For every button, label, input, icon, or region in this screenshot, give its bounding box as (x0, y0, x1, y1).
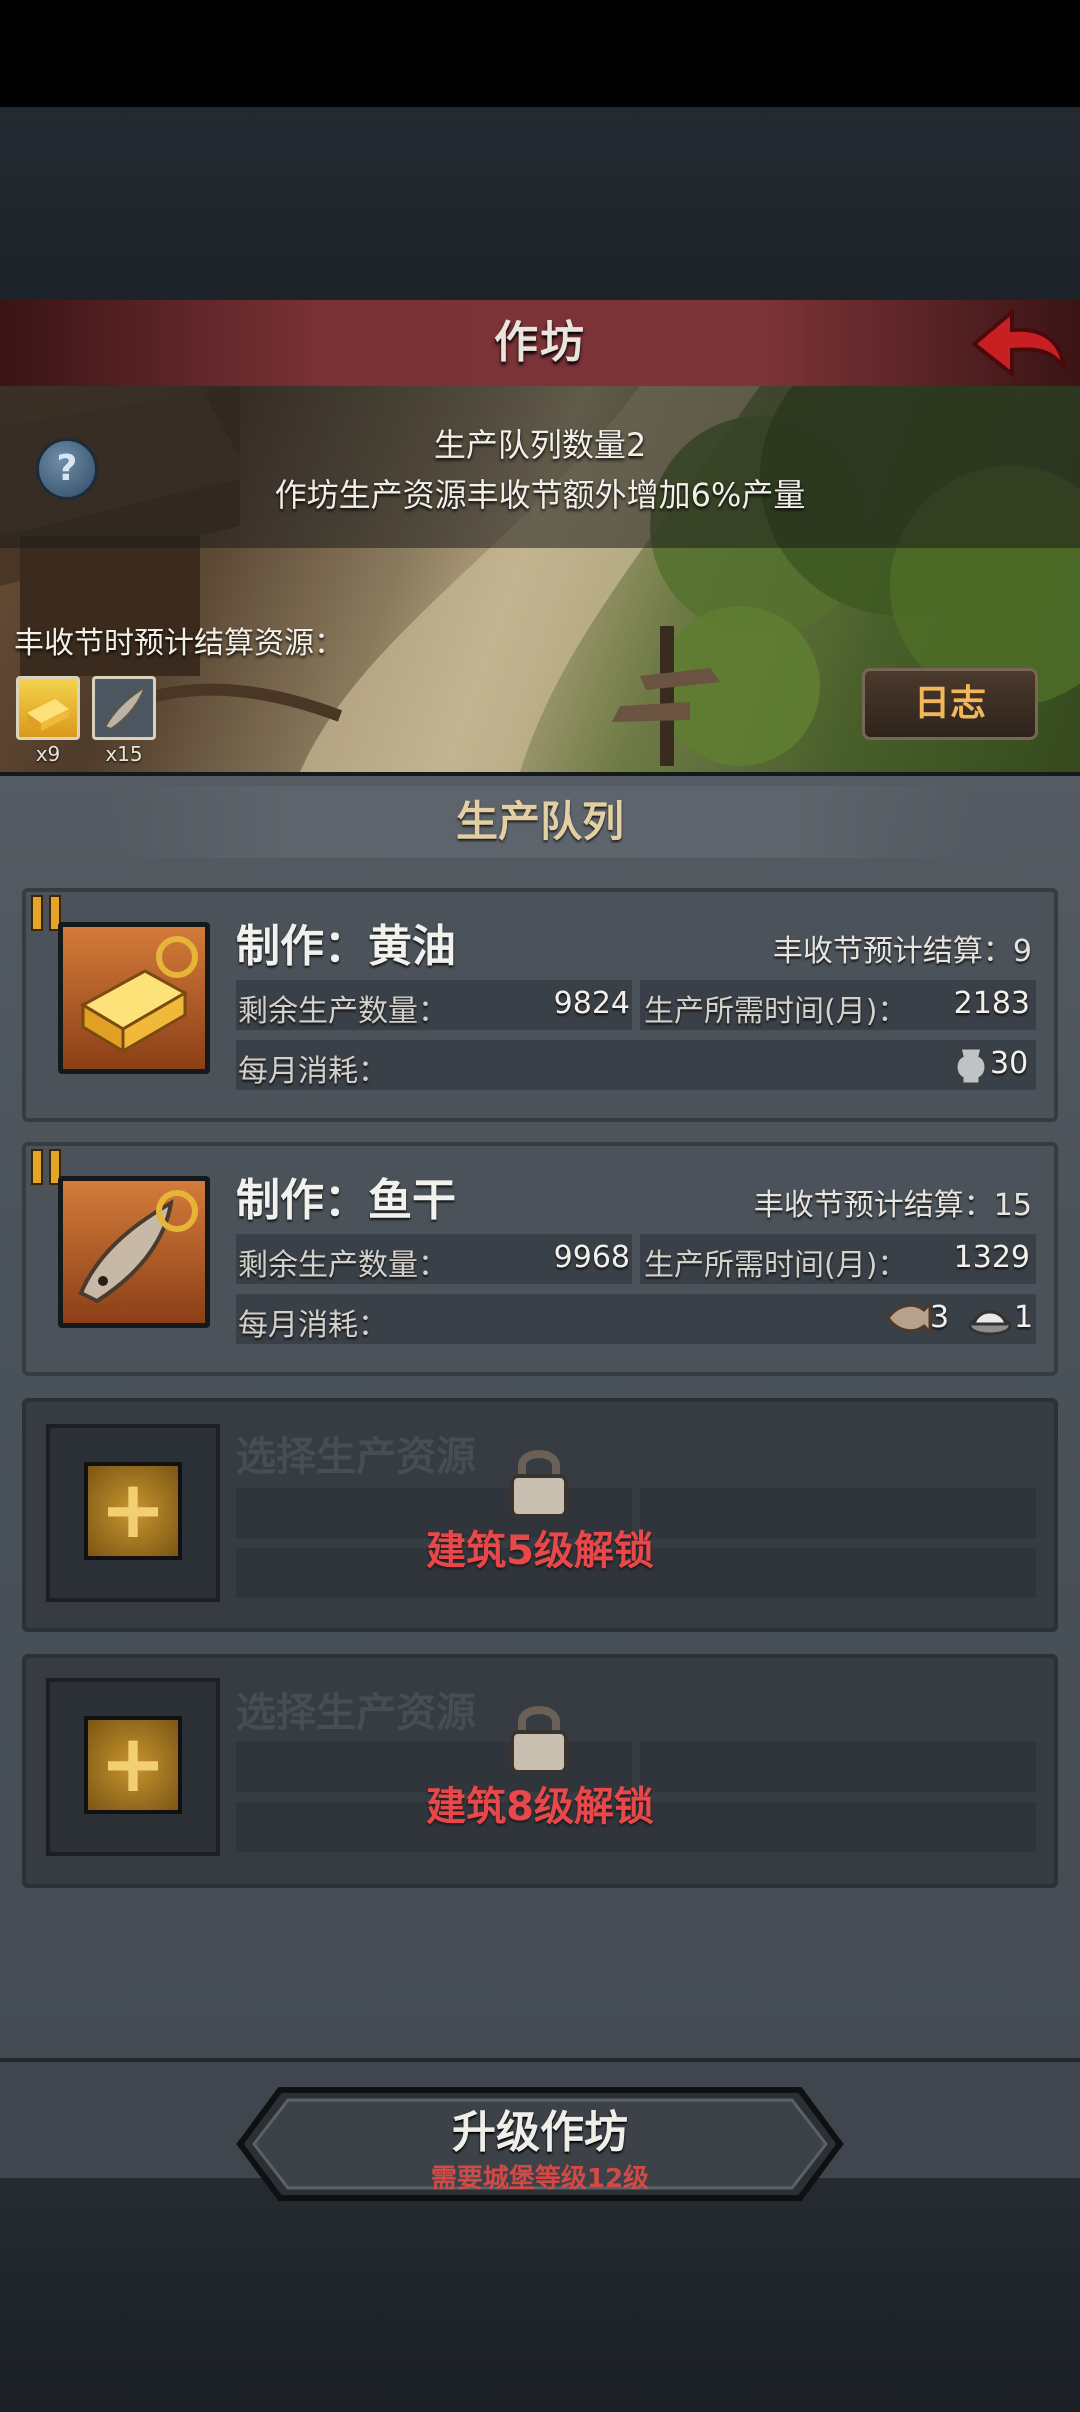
unlock-requirement: 建筑8级解锁 (426, 1784, 654, 1830)
time-label: 生产所需时间(月)： (644, 994, 908, 1029)
time-value: 2183 (953, 986, 1030, 1021)
queue-count-info: 生产队列数量2 (433, 426, 647, 464)
harvest-bonus-info: 作坊生产资源丰收节额外增加6%产量 (274, 476, 806, 514)
fish-icon (886, 1300, 932, 1336)
dried-fish-forecast-count: x15 (105, 742, 143, 766)
remaining-value: 9824 (553, 986, 630, 1021)
salt-icon (968, 1310, 1012, 1336)
lock-icon (510, 1450, 568, 1518)
milk-jug-icon (954, 1046, 988, 1086)
upper-background (0, 107, 1080, 300)
page-title: 作坊 (494, 317, 586, 368)
queue-item-forecast: 丰收节预计结算：9 (772, 934, 1032, 969)
lock-icon (510, 1706, 568, 1774)
banner-info-strip (0, 386, 1080, 548)
production-queue-title: 生产队列 (455, 797, 624, 846)
fish-consumption-value: 3 (930, 1300, 950, 1335)
queue-item-title: 制作：鱼干 (236, 1175, 456, 1226)
upgrade-workshop-label: 升级作坊 (452, 2107, 628, 2158)
log-button[interactable]: 日志 (862, 668, 1038, 740)
unlock-requirement: 建筑5级解锁 (426, 1528, 654, 1574)
remaining-label: 剩余生产数量： (238, 1248, 448, 1283)
milk-consumption-value: 30 (990, 1046, 1029, 1081)
upgrade-requirement: 需要城堡等级12级 (430, 2164, 650, 2194)
consume-label: 每月消耗： (238, 1308, 388, 1343)
harvest-forecast-label: 丰收节时预计结算资源： (14, 626, 344, 661)
queue-item-forecast: 丰收节预计结算：15 (753, 1188, 1032, 1223)
status-bar-area (0, 0, 1080, 107)
select-resource-label: 选择生产资源 (236, 1434, 476, 1480)
dried-fish-icon (92, 676, 156, 740)
back-arrow-icon[interactable] (968, 304, 1068, 382)
queue-item-title: 制作：黄油 (236, 921, 456, 972)
butter-icon (16, 676, 80, 740)
butter-forecast-count: x9 (35, 742, 61, 766)
select-resource-label: 选择生产资源 (236, 1690, 476, 1736)
consume-label: 每月消耗： (238, 1054, 388, 1089)
remaining-value: 9968 (553, 1240, 630, 1275)
bottom-background (0, 2178, 1080, 2412)
dried-fish-product-icon (58, 1176, 210, 1328)
time-label: 生产所需时间(月)： (644, 1248, 908, 1283)
salt-consumption-value: 1 (1014, 1300, 1034, 1335)
butter-product-icon (58, 922, 210, 1074)
remaining-label: 剩余生产数量： (238, 994, 448, 1029)
time-value: 1329 (953, 1240, 1030, 1275)
